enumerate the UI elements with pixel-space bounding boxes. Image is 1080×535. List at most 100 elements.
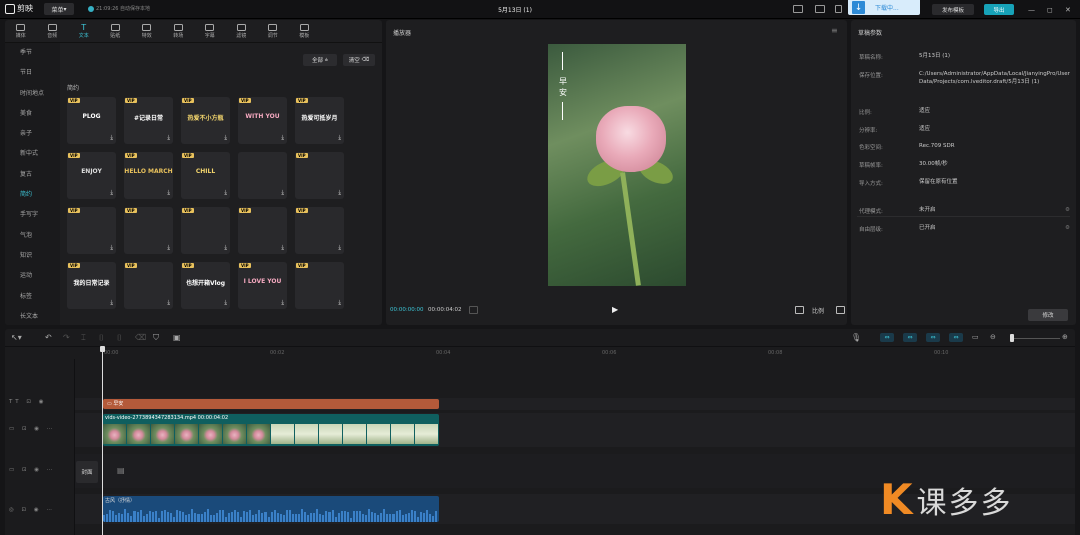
download-icon[interactable]: ⤓ bbox=[110, 189, 113, 197]
download-icon[interactable]: ⤓ bbox=[281, 134, 284, 142]
text-template-tile[interactable]: VIP CHILL ⤓ bbox=[181, 152, 230, 199]
clear-filter-button[interactable]: 清空 ⌫ bbox=[343, 54, 375, 66]
playhead-handle[interactable] bbox=[100, 346, 105, 352]
time-ruler[interactable]: 00:00 00:02 00:04 00:06 00:08 00:10 bbox=[102, 347, 1075, 359]
text-template-tile[interactable]: VIP ⤓ bbox=[124, 262, 173, 309]
delete-icon[interactable]: ⌫ bbox=[135, 333, 146, 342]
sidebar-item[interactable]: 节日 bbox=[5, 63, 60, 83]
sidebar-item[interactable]: 亲子 bbox=[5, 124, 60, 144]
text-clip[interactable]: ▭ 早安 bbox=[103, 399, 439, 409]
text-template-tile[interactable]: VIP #记录日常 ⤓ bbox=[124, 97, 173, 144]
sidebar-item[interactable]: 复古 bbox=[5, 165, 60, 185]
split-right-icon[interactable]: ⌷ bbox=[117, 333, 122, 343]
sidebar-item[interactable]: 美食 bbox=[5, 104, 60, 124]
main-track-controls[interactable]: ▭ ⊡ ◉ ⋯ bbox=[9, 467, 55, 473]
zoom-out-icon[interactable]: ⊖ bbox=[990, 333, 996, 341]
download-icon[interactable]: ⤓ bbox=[110, 299, 113, 307]
maximize-icon[interactable]: ◻ bbox=[1047, 6, 1053, 14]
tab-adjust[interactable]: 调节 bbox=[257, 20, 289, 43]
redo-icon[interactable]: ↷ bbox=[63, 333, 70, 342]
download-icon[interactable]: ⤓ bbox=[338, 299, 341, 307]
text-template-tile[interactable]: VIP ⤓ bbox=[67, 207, 116, 254]
caption-icon[interactable]: ▭ bbox=[972, 333, 979, 341]
text-template-tile[interactable]: VIP 热爱不小方瓶 ⤓ bbox=[181, 97, 230, 144]
playhead[interactable] bbox=[102, 347, 103, 535]
text-template-tile[interactable]: VIP 热爱可抵岁月 ⤓ bbox=[295, 97, 344, 144]
download-icon[interactable]: ⤓ bbox=[224, 244, 227, 252]
text-template-tile[interactable]: ⤓ bbox=[238, 152, 287, 199]
publish-template-button[interactable]: 发布模板 bbox=[932, 4, 974, 15]
screen-icon[interactable] bbox=[815, 5, 825, 13]
tab-effects[interactable]: 特效 bbox=[131, 20, 163, 43]
download-icon[interactable]: ⤓ bbox=[281, 244, 284, 252]
waveform-icon[interactable] bbox=[469, 306, 478, 314]
sidebar-item[interactable]: 气泡 bbox=[5, 226, 60, 246]
video-clip[interactable]: vids-video-2773894347283134.mp4 00:00:04… bbox=[103, 414, 439, 446]
text-template-tile[interactable]: VIP ⤓ bbox=[124, 207, 173, 254]
download-icon[interactable]: ⤓ bbox=[281, 299, 284, 307]
shortcut-icon[interactable] bbox=[835, 5, 842, 13]
tab-transition[interactable]: 转场 bbox=[163, 20, 195, 43]
auto-snap-icon[interactable]: ⇔ bbox=[903, 333, 917, 342]
link-main-track-icon[interactable]: ⇔ bbox=[880, 333, 894, 342]
text-template-tile[interactable]: VIP ⤓ bbox=[295, 152, 344, 199]
ratio-button[interactable]: 比例 bbox=[812, 306, 824, 315]
player-menu-icon[interactable]: ≡ bbox=[831, 26, 838, 35]
download-icon[interactable]: ⤓ bbox=[338, 244, 341, 252]
preview-axis-icon[interactable]: ⇔ bbox=[949, 333, 963, 342]
crop-icon[interactable] bbox=[795, 306, 804, 314]
export-button[interactable]: 导出 bbox=[984, 4, 1014, 15]
tab-audio[interactable]: 音频 bbox=[37, 20, 69, 43]
tab-template[interactable]: 模板 bbox=[289, 20, 321, 43]
zoom-slider-handle[interactable] bbox=[1010, 334, 1014, 342]
sidebar-item[interactable]: 长文本 bbox=[5, 307, 60, 325]
text-template-tile[interactable]: VIP WITH YOU ⤓ bbox=[238, 97, 287, 144]
zoom-in-icon[interactable]: ⊕ bbox=[1062, 333, 1068, 341]
layout-icon[interactable] bbox=[793, 5, 803, 13]
download-icon[interactable]: ⤓ bbox=[167, 189, 170, 197]
text-template-tile[interactable]: VIP PLOG ⤓ bbox=[67, 97, 116, 144]
fullscreen-icon[interactable] bbox=[836, 306, 845, 314]
shield-icon[interactable]: ⛉ bbox=[153, 333, 159, 343]
tab-media[interactable]: 媒体 bbox=[5, 20, 37, 43]
sidebar-item[interactable]: 季节 bbox=[5, 43, 60, 63]
capture-icon[interactable]: ▣ bbox=[173, 333, 181, 342]
download-icon[interactable]: ⤓ bbox=[110, 244, 113, 252]
download-progress-button[interactable]: ↓ 下载中... bbox=[848, 0, 920, 15]
text-template-tile[interactable]: VIP ⤓ bbox=[181, 207, 230, 254]
download-icon[interactable]: ⤓ bbox=[338, 134, 341, 142]
linkage-icon[interactable]: ⇔ bbox=[926, 333, 940, 342]
gear-icon[interactable]: ⚙ bbox=[1065, 225, 1070, 231]
download-icon[interactable]: ⤓ bbox=[167, 134, 170, 142]
split-icon[interactable]: ⌶ bbox=[81, 333, 86, 343]
tab-text[interactable]: T 文本 bbox=[68, 20, 100, 43]
sidebar-item[interactable]: 新中式 bbox=[5, 144, 60, 164]
gear-icon[interactable]: ⚙ bbox=[1065, 207, 1070, 213]
filter-all-button[interactable]: 全部 ⩮ bbox=[303, 54, 337, 66]
text-template-tile[interactable]: VIP ⤓ bbox=[295, 207, 344, 254]
download-icon[interactable]: ⤓ bbox=[167, 299, 170, 307]
split-left-icon[interactable]: ⌷ bbox=[99, 333, 104, 343]
sidebar-item[interactable]: 手写字 bbox=[5, 205, 60, 225]
modify-button[interactable]: 修改 bbox=[1028, 309, 1068, 321]
download-icon[interactable]: ⤓ bbox=[224, 299, 227, 307]
text-template-tile[interactable]: VIP 我的日常记录 ⤓ bbox=[67, 262, 116, 309]
download-icon[interactable]: ⤓ bbox=[224, 189, 227, 197]
sidebar-item[interactable]: 知识 bbox=[5, 246, 60, 266]
zoom-slider-track[interactable] bbox=[1010, 338, 1060, 339]
sidebar-item[interactable]: 简约 bbox=[5, 185, 60, 205]
tab-filter[interactable]: 滤镜 bbox=[226, 20, 258, 43]
title-track-controls[interactable]: TT ⊡ ◉ bbox=[9, 399, 47, 405]
text-template-tile[interactable]: VIP 也想开箱Vlog ⤓ bbox=[181, 262, 230, 309]
select-tool-icon[interactable]: ↖▾ bbox=[11, 333, 22, 342]
text-template-tile[interactable]: VIP ⤓ bbox=[238, 207, 287, 254]
tab-caption[interactable]: 字幕 bbox=[194, 20, 226, 43]
sidebar-item[interactable]: 标签 bbox=[5, 287, 60, 307]
video-preview[interactable]: 早安 bbox=[548, 44, 686, 286]
audio-track-controls[interactable]: ◎ ⊡ ◉ ⋯ bbox=[9, 507, 55, 513]
download-icon[interactable]: ⤓ bbox=[167, 244, 170, 252]
audio-clip[interactable]: 古风（抒情） bbox=[103, 496, 439, 522]
download-icon[interactable]: ⤓ bbox=[338, 189, 341, 197]
download-icon[interactable]: ⤓ bbox=[281, 189, 284, 197]
cover-button[interactable]: 封面 bbox=[76, 461, 98, 483]
